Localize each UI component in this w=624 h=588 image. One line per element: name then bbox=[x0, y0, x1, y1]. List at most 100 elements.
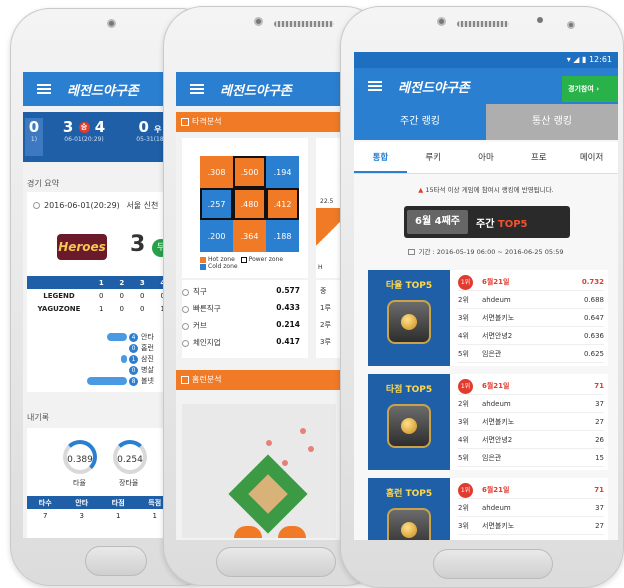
zone-cell: .194 bbox=[266, 156, 299, 188]
status-bar: ▾ ◢ ▮ 12:61 bbox=[354, 52, 618, 68]
speaker-grille bbox=[457, 21, 509, 27]
ranking-row[interactable]: 2위 ahdeum 37 bbox=[458, 396, 604, 413]
stat-bar bbox=[87, 377, 127, 385]
tab-pro[interactable]: 프로 bbox=[512, 142, 565, 173]
zone-cell: .480 bbox=[233, 188, 266, 220]
screen-batting-analysis: 레전드야구존 타격분석 .308 .500 .194 .257 .480 .41… bbox=[176, 52, 342, 540]
baseball-icon bbox=[387, 508, 431, 540]
homerun-section-header: 홈런분석 bbox=[176, 370, 342, 390]
ranking-row[interactable]: 4위 서면안녕2 26 bbox=[458, 432, 604, 449]
screen-ranking: ▾ ◢ ▮ 12:61 레전드야구존 경기참여 › 주간 랭킹 통산 랭킹 통합… bbox=[354, 52, 618, 540]
ranking-row[interactable]: 2위 ahdeum 37 bbox=[458, 500, 604, 517]
ranking-notice: ▲ 15타석 이상 게임에 참여시 랭킹에 반영됩니다. bbox=[418, 186, 554, 194]
list-item: 빠른직구 0.433 bbox=[182, 303, 300, 314]
stat-bar bbox=[121, 355, 127, 363]
tab-total-ranking[interactable]: 통산 랭킹 bbox=[486, 104, 618, 140]
warning-icon: ▲ bbox=[418, 186, 424, 194]
ranking-row[interactable]: 2위 ahdeum 0.688 bbox=[458, 292, 604, 309]
game-datetime: 2016-06-01(20:29) bbox=[44, 201, 120, 210]
score-card[interactable]: 0 1) bbox=[25, 118, 43, 156]
tab-all[interactable]: 통합 bbox=[354, 142, 407, 173]
menu-icon[interactable] bbox=[190, 83, 204, 95]
ranking-title: 타점 TOP5 bbox=[385, 385, 433, 395]
home-button[interactable] bbox=[216, 547, 336, 577]
table-row: 7 3 1 1 bbox=[43, 511, 157, 520]
front-camera-icon bbox=[567, 21, 575, 29]
clock-icon bbox=[33, 202, 40, 209]
homerun-dot bbox=[300, 428, 306, 434]
zone-cell: .200 bbox=[200, 220, 233, 252]
ranking-row[interactable]: 4위 서면안녕2 0.636 bbox=[458, 328, 604, 345]
zone-cell: .257 bbox=[200, 188, 233, 220]
zone-cell: .308 bbox=[200, 156, 233, 188]
side-peek-card: 22.5 H bbox=[316, 138, 342, 278]
ranking-tabs: 주간 랭킹 통산 랭킹 bbox=[354, 104, 618, 140]
week-title: 주간 TOP5 bbox=[476, 218, 528, 230]
sensor-icon bbox=[537, 17, 543, 23]
home-button[interactable] bbox=[85, 546, 147, 576]
ranking-row[interactable]: 1위 6월21일 71 bbox=[458, 378, 604, 395]
ranking-row[interactable]: 5위 임은관 0.625 bbox=[458, 346, 604, 363]
toggle-button[interactable] bbox=[278, 526, 306, 538]
tab-weekly-ranking[interactable]: 주간 랭킹 bbox=[354, 104, 486, 140]
zone-cell: .188 bbox=[266, 220, 299, 252]
team-logo: Heroes bbox=[57, 234, 107, 260]
ranking-period: 기간 : 2016-05-19 06:00 ~ 2016-06-25 05:59 bbox=[354, 246, 618, 256]
chart-icon bbox=[181, 376, 189, 384]
join-game-button[interactable]: 경기참여 › bbox=[562, 76, 618, 102]
ranking-row[interactable]: 3위 서면볼키노 27 bbox=[458, 414, 604, 431]
tab-major[interactable]: 메이저 bbox=[565, 142, 618, 173]
menu-icon[interactable] bbox=[37, 83, 51, 95]
home-button[interactable] bbox=[433, 549, 553, 579]
record-table: 타수 안타 타점 득점 7 3 1 1 bbox=[27, 496, 173, 522]
homerun-dot bbox=[266, 440, 272, 446]
menu-icon[interactable] bbox=[368, 80, 382, 92]
toggle-button[interactable] bbox=[234, 526, 262, 538]
game-place: 서울 신천 bbox=[126, 201, 159, 210]
camera-icon bbox=[254, 17, 263, 26]
zone-cell: .364 bbox=[233, 220, 266, 252]
speaker-grille bbox=[274, 21, 334, 27]
ranking-rbi-block: 타점 TOP5 1위 6월21일 71 2위 ahdeum 37 3위 서면볼키노 27 4… bbox=[368, 374, 608, 470]
camera-icon bbox=[107, 19, 116, 28]
promo-stage: 레전드야구존 0 1) 3 승 4 06-01(20:29) 0 우 05-31… bbox=[0, 0, 624, 588]
ranking-title: 홈런 TOP5 bbox=[385, 489, 433, 499]
ranking-row[interactable]: 3위 서면볼키노 27 bbox=[458, 518, 604, 535]
my-record-card: 0.389 타율 0.254 장타율 타수 안타 타점 득점 7 3 1 1 bbox=[27, 428, 173, 538]
ranking-row[interactable]: 1위 6월21일 0.732 bbox=[458, 274, 604, 291]
ranking-row[interactable]: 5위 임은관 15 bbox=[458, 450, 604, 467]
camera-icon bbox=[437, 17, 446, 26]
ranking-row[interactable]: 3위 서면볼키노 0.647 bbox=[458, 310, 604, 327]
homerun-dot bbox=[282, 460, 288, 466]
zone-legend: Hot zone Power zone Cold zone bbox=[200, 256, 283, 270]
side-peek-stats: 중 1루 2루 3루 bbox=[316, 280, 342, 358]
app-header: 레전드야구존 bbox=[176, 72, 342, 106]
calendar-icon bbox=[408, 249, 416, 255]
slg-ring: 0.254 bbox=[113, 440, 147, 474]
summary-card: 2016-06-01(20:29) 서울 신천 Heroes 3 무 1 2 3… bbox=[27, 192, 173, 392]
tab-amateur[interactable]: 아마 bbox=[460, 142, 513, 173]
stat-bar bbox=[107, 333, 127, 341]
batting-section-header: 타격분석 bbox=[176, 112, 342, 132]
score-card-selected[interactable]: 3 승 4 06-01(20:29) bbox=[59, 118, 109, 156]
win-badge: 승 bbox=[78, 122, 90, 133]
my-record-label: 내기록 bbox=[27, 413, 50, 422]
ranking-row[interactable]: 1위 6월21일 71 bbox=[458, 482, 604, 499]
ranking-avg-block: 타율 TOP5 1위 6월21일 0.732 2위 ahdeum 0.688 3위 서면볼… bbox=[368, 270, 608, 366]
week-label: 6월 4째주 bbox=[407, 210, 468, 234]
table-row: LEGEND 0 0 0 0 bbox=[43, 291, 165, 300]
chart-icon bbox=[181, 118, 189, 126]
score-strip[interactable]: 0 1) 3 승 4 06-01(20:29) 0 우 05-31(18 bbox=[23, 112, 173, 162]
team-score: 3 bbox=[130, 232, 146, 257]
list-item: 체인지업 0.417 bbox=[182, 337, 300, 348]
screen-game-summary: 레전드야구존 0 1) 3 승 4 06-01(20:29) 0 우 05-31… bbox=[23, 52, 173, 538]
home-plate-icon bbox=[387, 404, 431, 448]
avg-ring: 0.389 bbox=[63, 440, 97, 474]
box-score-header: 1 2 3 4 bbox=[27, 276, 173, 289]
tab-rookie[interactable]: 루키 bbox=[407, 142, 460, 173]
table-row: YAGUZONE 1 0 0 1 bbox=[37, 304, 165, 313]
zone-cell: .412 bbox=[266, 188, 299, 220]
league-tabs: 통합 루키 아마 프로 메이저 bbox=[354, 142, 618, 174]
ranking-hr-block: 홈런 TOP5 1위 6월21일 71 2위 ahdeum 37 3위 서면볼키노 27 bbox=[368, 478, 608, 540]
list-item: 직구 0.577 bbox=[182, 286, 300, 297]
